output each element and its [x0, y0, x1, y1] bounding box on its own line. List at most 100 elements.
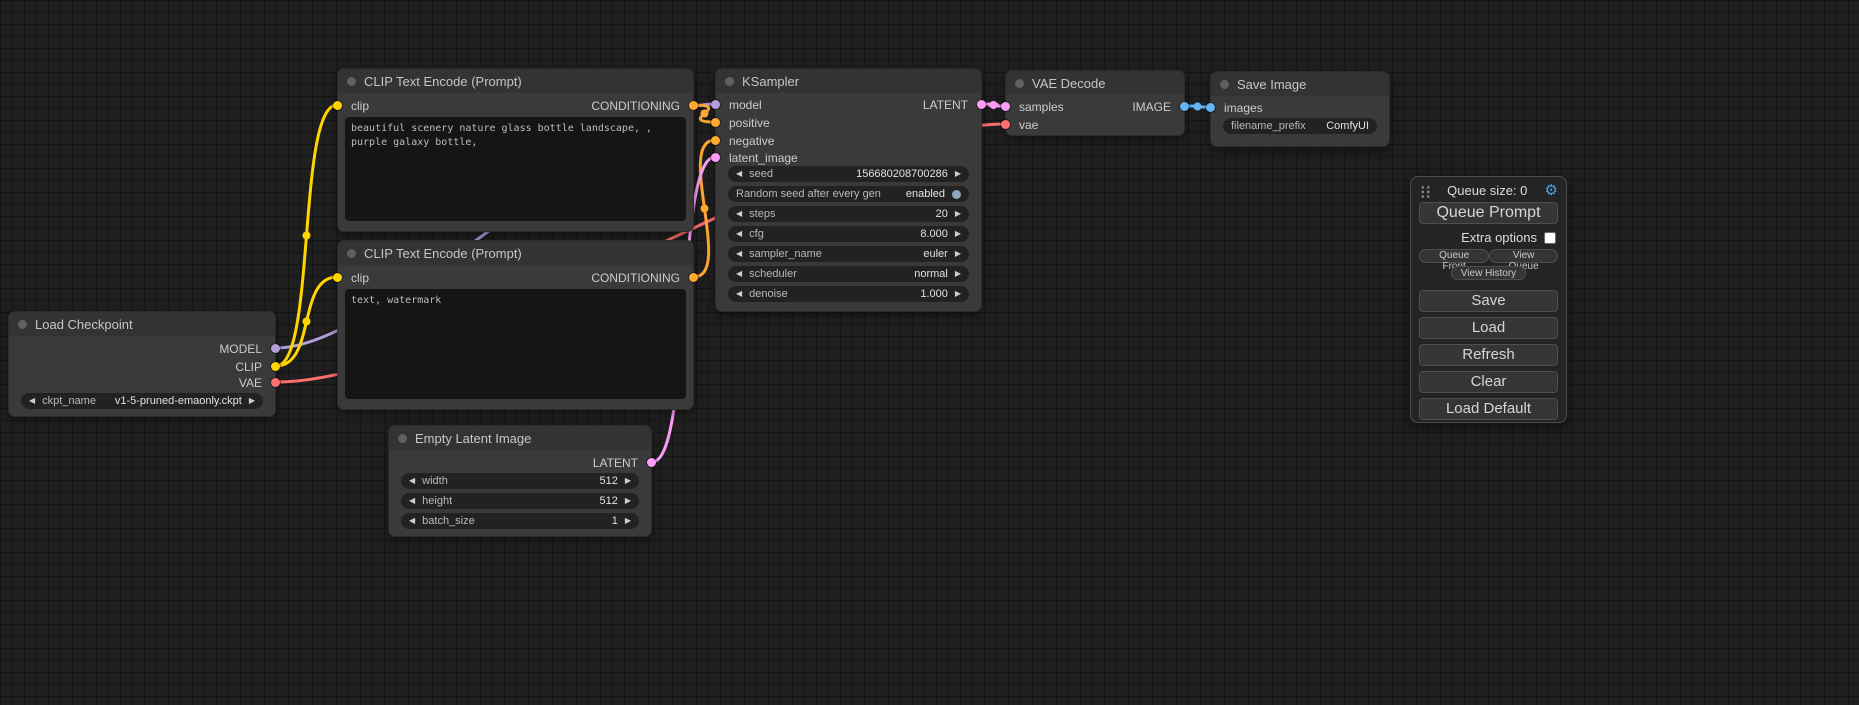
increment-arrow-icon[interactable]	[955, 230, 961, 238]
refresh-button[interactable]: Refresh	[1419, 344, 1558, 366]
widget-label: height	[422, 495, 452, 507]
widget-value: 156680208700286	[856, 168, 948, 180]
node-title-bar[interactable]: Load Checkpoint	[9, 312, 275, 336]
increment-arrow-icon[interactable]	[955, 290, 961, 298]
node-empty-latent-image[interactable]: Empty Latent Image LATENT width 512 heig…	[388, 425, 652, 537]
input-slot-clip[interactable]	[333, 273, 342, 282]
input-slot-latent-image[interactable]	[711, 153, 720, 162]
node-title-bar[interactable]: Empty Latent Image	[389, 426, 651, 450]
input-slot-vae[interactable]	[1001, 120, 1010, 129]
collapse-dot-icon[interactable]	[347, 249, 356, 258]
denoise-widget[interactable]: denoise 1.000	[728, 286, 969, 302]
sampler-name-widget[interactable]: sampler_name euler	[728, 246, 969, 262]
collapse-dot-icon[interactable]	[398, 434, 407, 443]
positive-prompt-textarea[interactable]: beautiful scenery nature glass bottle la…	[345, 117, 686, 221]
queue-prompt-button[interactable]: Queue Prompt	[1419, 202, 1558, 224]
collapse-dot-icon[interactable]	[347, 77, 356, 86]
output-slot-clip[interactable]	[271, 362, 280, 371]
output-slot-model[interactable]	[271, 344, 280, 353]
node-title: Empty Latent Image	[415, 431, 531, 446]
load-button[interactable]: Load	[1419, 317, 1558, 339]
input-slot-negative[interactable]	[711, 136, 720, 145]
widget-value: ComfyUI	[1326, 120, 1369, 132]
decrement-arrow-icon[interactable]	[736, 290, 742, 298]
output-slot-image[interactable]	[1180, 102, 1189, 111]
negative-prompt-textarea[interactable]: text, watermark	[345, 289, 686, 399]
scheduler-widget[interactable]: scheduler normal	[728, 266, 969, 282]
view-history-button[interactable]: View History	[1451, 266, 1526, 280]
extra-options-checkbox[interactable]	[1544, 232, 1556, 244]
decrement-arrow-icon[interactable]	[736, 210, 742, 218]
ckpt-name-widget[interactable]: ckpt_name v1-5-pruned-emaonly.ckpt	[21, 393, 263, 409]
widget-label: steps	[749, 208, 775, 220]
steps-widget[interactable]: steps 20	[728, 206, 969, 222]
width-widget[interactable]: width 512	[401, 473, 639, 489]
queue-front-button[interactable]: Queue Front	[1419, 249, 1489, 263]
widget-value: 512	[599, 475, 617, 487]
height-widget[interactable]: height 512	[401, 493, 639, 509]
node-title-bar[interactable]: Save Image	[1211, 72, 1389, 96]
decrement-arrow-icon[interactable]	[736, 270, 742, 278]
collapse-dot-icon[interactable]	[725, 77, 734, 86]
node-clip-text-encode-negative[interactable]: CLIP Text Encode (Prompt) clip CONDITION…	[337, 240, 694, 410]
collapse-dot-icon[interactable]	[18, 320, 27, 329]
input-slot-samples[interactable]	[1001, 102, 1010, 111]
output-slot-latent[interactable]	[647, 458, 656, 467]
decrement-arrow-icon[interactable]	[736, 250, 742, 258]
node-title-bar[interactable]: CLIP Text Encode (Prompt)	[338, 69, 693, 93]
output-slot-conditioning[interactable]	[689, 273, 698, 282]
output-slot-vae[interactable]	[271, 378, 280, 387]
node-save-image[interactable]: Save Image images filename_prefix ComfyU…	[1210, 71, 1390, 147]
drag-handle-icon[interactable]	[1419, 184, 1430, 198]
filename-prefix-widget[interactable]: filename_prefix ComfyUI	[1223, 118, 1377, 134]
node-title-bar[interactable]: VAE Decode	[1006, 71, 1184, 95]
increment-arrow-icon[interactable]	[955, 270, 961, 278]
decrement-arrow-icon[interactable]	[409, 477, 415, 485]
output-slot-conditioning[interactable]	[689, 101, 698, 110]
input-slot-images[interactable]	[1206, 103, 1215, 112]
input-label-clip: clip	[351, 271, 369, 285]
widget-value: enabled	[906, 188, 945, 200]
increment-arrow-icon[interactable]	[955, 250, 961, 258]
node-title: CLIP Text Encode (Prompt)	[364, 246, 522, 261]
collapse-dot-icon[interactable]	[1220, 80, 1229, 89]
cfg-widget[interactable]: cfg 8.000	[728, 226, 969, 242]
save-button[interactable]: Save	[1419, 290, 1558, 312]
increment-arrow-icon[interactable]	[625, 497, 631, 505]
collapse-dot-icon[interactable]	[1015, 79, 1024, 88]
node-title-bar[interactable]: KSampler	[716, 69, 981, 93]
view-queue-button[interactable]: View Queue	[1489, 249, 1558, 263]
batch-size-widget[interactable]: batch_size 1	[401, 513, 639, 529]
node-clip-text-encode-positive[interactable]: CLIP Text Encode (Prompt) clip CONDITION…	[337, 68, 694, 232]
node-load-checkpoint[interactable]: Load Checkpoint MODEL CLIP VAE ckpt_name…	[8, 311, 276, 417]
input-slot-clip[interactable]	[333, 101, 342, 110]
extra-options-row: Extra options	[1419, 231, 1558, 244]
decrement-arrow-icon[interactable]	[409, 517, 415, 525]
input-slot-positive[interactable]	[711, 118, 720, 127]
input-slot-model[interactable]	[711, 100, 720, 109]
increment-arrow-icon[interactable]	[955, 170, 961, 178]
seed-widget[interactable]: seed 156680208700286	[728, 166, 969, 182]
increment-arrow-icon[interactable]	[955, 210, 961, 218]
input-label-model: model	[729, 98, 762, 112]
node-vae-decode[interactable]: VAE Decode samples vae IMAGE	[1005, 70, 1185, 136]
increment-arrow-icon[interactable]	[625, 477, 631, 485]
decrement-arrow-icon[interactable]	[29, 397, 35, 405]
load-default-button[interactable]: Load Default	[1419, 398, 1558, 420]
increment-arrow-icon[interactable]	[249, 397, 255, 405]
output-slot-latent[interactable]	[977, 100, 986, 109]
clear-button[interactable]: Clear	[1419, 371, 1558, 393]
random-seed-widget[interactable]: Random seed after every gen enabled	[728, 186, 969, 202]
decrement-arrow-icon[interactable]	[736, 170, 742, 178]
widget-value: 1	[612, 515, 618, 527]
increment-arrow-icon[interactable]	[625, 517, 631, 525]
node-ksampler[interactable]: KSampler model positive negative latent_…	[715, 68, 982, 312]
node-title-bar[interactable]: CLIP Text Encode (Prompt)	[338, 241, 693, 265]
input-label-positive: positive	[729, 116, 770, 130]
output-label-clip: CLIP	[235, 360, 262, 374]
queue-buttons-row: Queue Front View Queue	[1419, 249, 1558, 263]
decrement-arrow-icon[interactable]	[736, 230, 742, 238]
settings-gear-icon[interactable]	[1545, 183, 1558, 198]
decrement-arrow-icon[interactable]	[409, 497, 415, 505]
random-seed-toggle[interactable]	[952, 190, 961, 199]
